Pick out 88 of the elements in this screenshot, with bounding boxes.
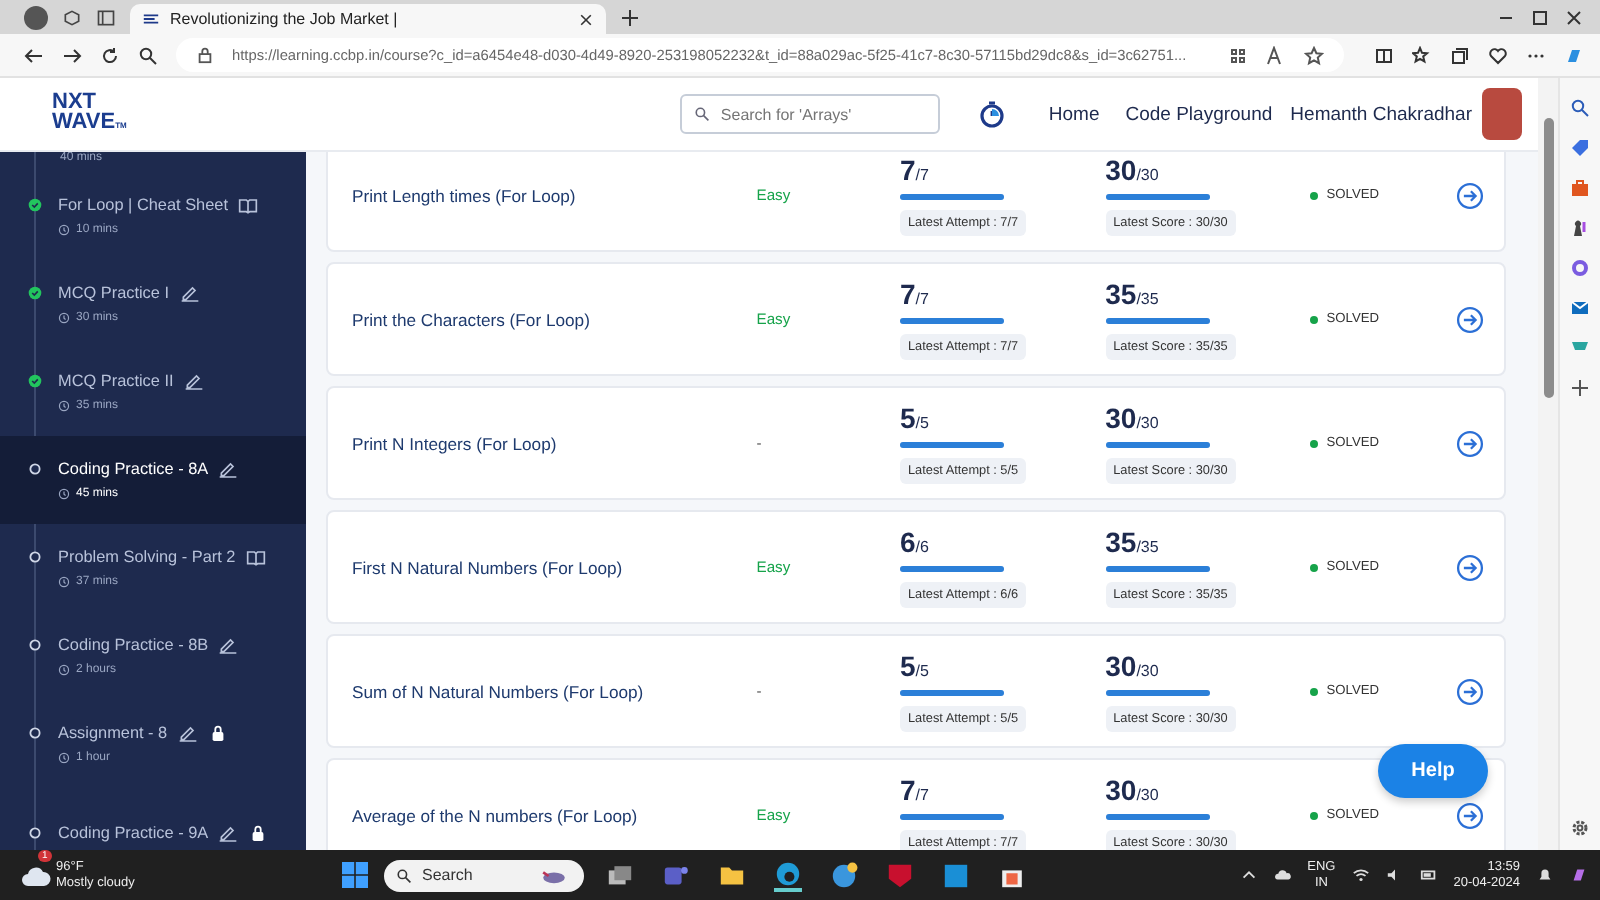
page-favicon-icon <box>142 10 160 28</box>
toolbox-icon[interactable] <box>1570 178 1590 198</box>
attempt-count: 7/7 <box>900 279 929 313</box>
arrow-circle-icon[interactable] <box>1455 305 1484 333</box>
module-item[interactable]: Coding Practice - 9A <box>0 788 306 850</box>
pencil-icon <box>218 823 239 841</box>
new-tab-icon[interactable] <box>620 7 640 27</box>
maximize-icon[interactable] <box>1530 7 1550 27</box>
taskbar-search-field[interactable]: Search <box>384 859 585 891</box>
browser-tab[interactable]: Revolutionizing the Job Market | <box>130 4 606 34</box>
back-arrow-icon[interactable] <box>24 45 44 65</box>
cloud-icon[interactable] <box>20 863 52 887</box>
avatar-placeholder[interactable] <box>1482 88 1522 140</box>
battery-icon[interactable] <box>1419 866 1438 884</box>
question-title[interactable]: Print N Integers (For Loop) <box>352 433 757 453</box>
question-title[interactable]: Print the Characters (For Loop) <box>352 309 757 329</box>
lock-icon <box>196 46 214 64</box>
arrow-circle-icon[interactable] <box>1455 181 1484 209</box>
mail-icon[interactable] <box>1570 298 1590 318</box>
favorites-icon[interactable] <box>1412 45 1432 65</box>
search-icon[interactable] <box>1570 98 1590 118</box>
close-icon[interactable] <box>578 11 594 27</box>
cloud-icon[interactable] <box>1273 866 1292 884</box>
clock-icon <box>58 488 70 500</box>
bell-icon[interactable] <box>1536 866 1554 884</box>
pencil-icon <box>183 372 204 390</box>
pencil-icon <box>179 284 200 302</box>
chevron-up-icon[interactable] <box>1239 866 1258 884</box>
wifi-icon[interactable] <box>1351 866 1370 884</box>
score-count: 30/30 <box>1105 775 1159 809</box>
arrow-circle-icon[interactable] <box>1455 677 1484 705</box>
score-count: 30/30 <box>1105 651 1159 685</box>
arrow-circle-icon[interactable] <box>1455 801 1484 829</box>
star-icon[interactable] <box>1304 45 1324 65</box>
nav-link[interactable]: Home <box>1048 103 1100 125</box>
pencil-icon <box>177 724 198 742</box>
clock-icon <box>58 664 70 676</box>
search-icon[interactable] <box>138 45 158 65</box>
windows-start-icon[interactable] <box>342 862 369 888</box>
collections-icon[interactable] <box>1450 45 1470 65</box>
scrollbar[interactable] <box>1538 78 1558 850</box>
forward-arrow-icon[interactable] <box>62 45 82 65</box>
task-view-icon[interactable] <box>606 861 635 889</box>
attempt-count: 7/7 <box>900 775 929 809</box>
clock-icon <box>58 752 70 764</box>
search-icon <box>396 867 413 883</box>
nav-link[interactable]: Code Playground <box>1125 103 1273 125</box>
question-title[interactable]: First N Natural Numbers (For Loop) <box>352 557 757 577</box>
app-grid-icon[interactable] <box>1228 45 1248 65</box>
close-icon[interactable] <box>1564 7 1584 27</box>
pencil-icon <box>218 460 239 478</box>
tab-actions-icon[interactable] <box>96 7 116 27</box>
score-count: 30/30 <box>1105 155 1159 189</box>
shield-icon[interactable] <box>886 861 915 889</box>
arrow-circle-icon[interactable] <box>1455 429 1484 457</box>
search-field[interactable]: Search for 'Arrays' <box>680 94 941 135</box>
read-aloud-icon[interactable] <box>1266 45 1286 65</box>
clock-icon <box>58 400 70 412</box>
score-count: 35/35 <box>1105 279 1159 313</box>
attempt-count: 5/5 <box>900 403 929 437</box>
profile-avatar[interactable] <box>24 5 48 29</box>
book-icon <box>245 548 266 566</box>
book-icon <box>237 196 258 214</box>
heart-icon[interactable] <box>1488 45 1508 65</box>
question-title[interactable]: Average of the N numbers (For Loop) <box>352 805 757 825</box>
arrow-circle-icon[interactable] <box>1455 553 1484 581</box>
clock-icon <box>58 576 70 588</box>
question-title[interactable]: Print Length times (For Loop) <box>352 185 757 205</box>
stopwatch-icon[interactable] <box>978 100 1007 128</box>
score-count: 30/30 <box>1105 403 1159 437</box>
refresh-icon[interactable] <box>100 45 120 65</box>
ring-icon[interactable] <box>1570 258 1590 278</box>
app-tile-icon[interactable] <box>942 861 971 889</box>
clock-icon <box>58 224 70 236</box>
settings-icon[interactable] <box>1570 818 1590 838</box>
pencil-icon <box>218 636 239 654</box>
question-title[interactable]: Sum of N Natural Numbers (For Loop) <box>352 681 757 701</box>
plus-icon[interactable] <box>1570 378 1590 398</box>
attempt-count: 7/7 <box>900 155 929 189</box>
tag-icon[interactable] <box>1570 138 1590 158</box>
score-count: 35/35 <box>1105 527 1159 561</box>
user-name[interactable]: Hemanth Chakradhar <box>1290 103 1472 125</box>
help-button[interactable]: Help <box>1378 744 1488 798</box>
workspaces-icon[interactable] <box>62 7 82 27</box>
split-screen-icon[interactable] <box>1374 45 1394 65</box>
clock-icon <box>58 312 70 324</box>
attempt-count: 6/6 <box>900 527 929 561</box>
attempt-count: 5/5 <box>900 651 929 685</box>
